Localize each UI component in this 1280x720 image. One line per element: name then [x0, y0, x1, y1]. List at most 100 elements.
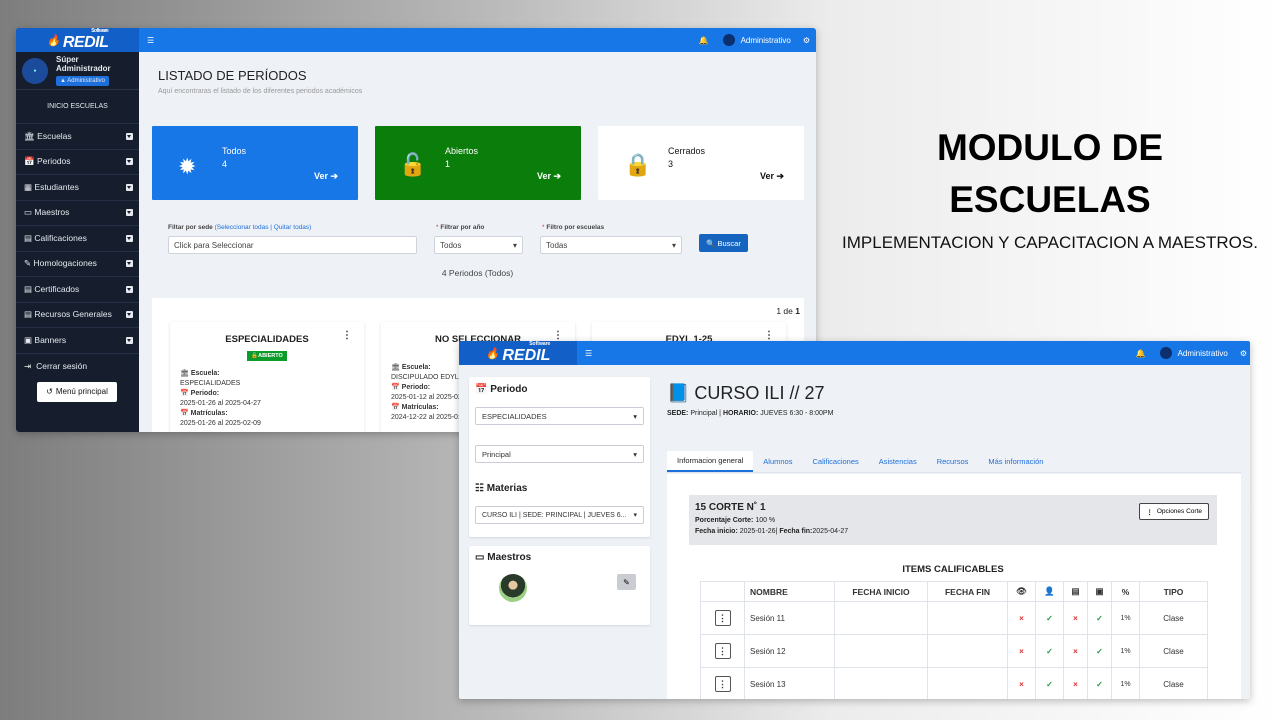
settings-icon[interactable]: ⚙: [803, 36, 810, 45]
nav-icon: ▤: [24, 309, 33, 320]
user-avatar-icon[interactable]: [722, 34, 735, 46]
nav-icon: ▦: [24, 181, 33, 192]
sidebar-item-maestros[interactable]: ▭ Maestros: [16, 201, 139, 226]
chevron-down-icon[interactable]: [126, 209, 133, 217]
chevron-down-icon[interactable]: [126, 132, 133, 140]
kebab-icon[interactable]: ⋮: [342, 330, 352, 341]
chevron-down-icon[interactable]: [126, 183, 133, 191]
materias-heading: ☷ Materias: [475, 483, 527, 494]
bell-icon[interactable]: 🔔: [1136, 349, 1146, 358]
sidebar-item-homologaciones[interactable]: ✎ Homologaciones: [16, 252, 139, 277]
sede-select[interactable]: Principal ▾: [475, 445, 644, 463]
maestros-heading-text: Maestros: [487, 552, 532, 563]
school-label-text: Filtro por escuelas: [546, 224, 605, 231]
opciones-corte-label: Opciones Corte: [1156, 508, 1202, 515]
chevron-down-icon[interactable]: [126, 158, 133, 166]
row-name: Sesión 12: [744, 634, 835, 668]
card-abiertos[interactable]: 🔓 Abiertos 1 Ver ➔: [375, 126, 581, 200]
kebab-icon[interactable]: ⋮: [553, 330, 563, 341]
card-todos[interactable]: ✹ Todos 4 Ver ➔: [152, 126, 358, 200]
sidebar-item-recursos-generales[interactable]: ▤ Recursos Generales: [16, 303, 139, 328]
card-link[interactable]: Ver ➔: [314, 171, 338, 182]
kebab-icon[interactable]: ⋮: [764, 330, 774, 341]
menu-icon[interactable]: ☰: [585, 349, 592, 358]
chevron-down-icon: ▾: [633, 512, 637, 519]
logo-icon: 🔥: [46, 34, 61, 47]
tab-mas-informacion[interactable]: Más información: [978, 451, 1053, 472]
periodo-select-value: ESPECIALIDADES: [482, 411, 547, 421]
period-card[interactable]: ESPECIALIDADES ⋮ 🔓ABIERTO 🏛 Escuela: ESP…: [170, 322, 364, 432]
chevron-down-icon[interactable]: [126, 285, 133, 293]
avatar: ●: [22, 57, 48, 84]
quit-all-link[interactable]: Quitar todas): [274, 224, 312, 231]
card-link[interactable]: Ver ➔: [760, 171, 784, 182]
table-row: ⋮ Sesión 12 × ✓ × ✓ 1% Clase: [700, 634, 1208, 668]
select-all-link[interactable]: (Seleccionar todas: [215, 224, 269, 231]
search-button[interactable]: 🔍 Buscar: [699, 234, 748, 252]
top-bar: ☰ 🔔 Administrativo ⚙: [139, 28, 816, 52]
card-cerrados[interactable]: 🔒 Cerrados 3 Ver ➔: [598, 126, 804, 200]
pager: 1 de 1: [776, 306, 800, 316]
nav-icon: ▣: [24, 334, 33, 345]
sidebar-item-banners[interactable]: ▣ Banners: [16, 328, 139, 354]
card-count: 1: [445, 159, 451, 169]
periodo-select[interactable]: ESPECIALIDADES ▾: [475, 407, 644, 425]
opciones-corte-button[interactable]: ⋮ Opciones Corte: [1139, 503, 1209, 520]
materia-select[interactable]: CURSO ILI | SEDE: PRINCIPAL | JUEVES 6..…: [475, 506, 644, 524]
page-title: LISTADO DE PERÍODOS: [158, 68, 307, 83]
settings-icon[interactable]: ⚙: [1240, 349, 1247, 358]
teacher-avatar[interactable]: [499, 574, 527, 602]
col-tipo: TIPO: [1139, 581, 1208, 602]
menu-icon[interactable]: ☰: [147, 36, 154, 45]
kebab-icon[interactable]: ⋮: [714, 676, 731, 692]
chevron-down-icon: ▾: [512, 240, 517, 250]
check-icon: ✓: [1087, 667, 1112, 699]
calendar-icon: 📅: [391, 404, 402, 411]
card-link-label: Ver: [759, 171, 774, 181]
periodo-label: Periodo:: [401, 384, 431, 391]
user-name[interactable]: Administrativo: [1178, 349, 1228, 358]
table-header: NOMBRE FECHA INICIO FECHA FIN 👁 👤 ▤ ▣ % …: [700, 581, 1208, 602]
school-select[interactable]: Todas ▾: [540, 236, 682, 254]
chevron-down-icon[interactable]: [126, 260, 133, 268]
chevron-down-icon[interactable]: [126, 234, 133, 242]
tab-alumnos[interactable]: Alumnos: [753, 451, 802, 472]
logout-link[interactable]: ⇥ Cerrar sesión: [16, 354, 139, 379]
inicio-escuelas[interactable]: INICIO ESCUELAS: [16, 90, 139, 124]
tab-calificaciones[interactable]: Calificaciones: [802, 451, 868, 472]
filter-panel: 📅 Periodo ESPECIALIDADES ▾ Principal ▾ ☷ M…: [469, 377, 650, 537]
year-select[interactable]: Todos ▾: [434, 236, 523, 254]
col-fecha-inicio: FECHA INICIO: [834, 581, 928, 602]
tab-informacion-general[interactable]: Informacion general: [667, 451, 754, 472]
brand-logo[interactable]: 🔥 Software REDIL: [459, 341, 577, 365]
sede-select[interactable]: Click para Seleccionar: [168, 236, 417, 254]
bell-icon[interactable]: 🔔: [699, 36, 709, 45]
sidebar-item-estudiantes[interactable]: ▦ Estudiantes: [16, 175, 139, 201]
chevron-down-icon[interactable]: [126, 311, 133, 319]
clipboard-icon: ▣: [1087, 581, 1112, 602]
calendar-icon: 📅: [180, 390, 191, 397]
file-icon: ▤: [1063, 581, 1088, 602]
brand-logo[interactable]: 🔥 Software REDIL: [16, 28, 139, 52]
sidebar-item-text: Recursos Generales: [34, 309, 112, 320]
edit-icon[interactable]: ✎: [617, 574, 636, 590]
user-avatar-icon[interactable]: [1159, 347, 1172, 359]
user-name[interactable]: Administrativo: [741, 36, 791, 45]
kebab-icon[interactable]: ⋮: [714, 610, 731, 626]
tab-recursos[interactable]: Recursos: [927, 451, 979, 472]
main-menu-button[interactable]: ↺ Menú principal: [37, 381, 117, 402]
user-check-icon: 👤: [1035, 581, 1064, 602]
sidebar-item-periodos[interactable]: 📅 Periodos: [16, 150, 139, 175]
card-link[interactable]: Ver ➔: [537, 171, 561, 182]
kebab-icon[interactable]: ⋮: [714, 643, 731, 659]
course-meta: SEDE: Principal | HORARIO: JUEVES 6:30 -…: [667, 410, 834, 417]
tab-asistencias[interactable]: Asistencias: [869, 451, 927, 472]
promo-title-line1: MODULO DE: [936, 127, 1164, 168]
sidebar-item-calificaciones[interactable]: ▤ Calificaciones: [16, 226, 139, 252]
promo-subtitle: IMPLEMENTACION Y CAPACITACION A MAESTROS…: [842, 233, 1258, 252]
chevron-down-icon[interactable]: [126, 336, 133, 344]
list-icon: ☷: [475, 483, 487, 494]
nav-icon: ▤: [24, 283, 33, 294]
sidebar-item-escuelas[interactable]: 🏛 Escuelas: [16, 124, 139, 150]
sidebar-item-certificados[interactable]: ▤ Certificados: [16, 277, 139, 303]
